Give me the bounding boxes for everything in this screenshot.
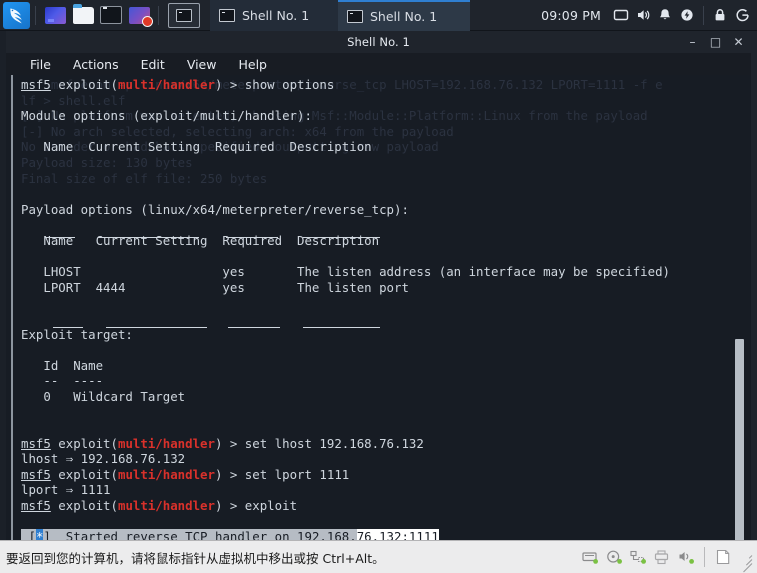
menu-view[interactable]: View	[176, 55, 228, 74]
volume-icon[interactable]	[632, 4, 654, 26]
window-titlebar[interactable]: Shell No. 1 – □ ✕	[6, 31, 751, 53]
taskbar-item-label: Shell No. 1	[242, 7, 310, 23]
terminal-window-icon	[219, 8, 235, 22]
window-controls: – □ ✕	[686, 31, 745, 53]
menu-edit[interactable]: Edit	[130, 55, 176, 74]
lock-icon[interactable]	[709, 4, 731, 26]
rule-desc-2	[303, 327, 380, 328]
rule-required-2	[228, 327, 280, 328]
vmware-device-icons	[579, 547, 757, 573]
rule-setting	[98, 237, 199, 238]
message-log-icon[interactable]	[712, 547, 734, 567]
vmware-status-bar: 要返回到您的计算机，请将鼠标指针从虚拟机中移出或按 Ctrl+Alt。	[0, 540, 757, 573]
minimize-button[interactable]: –	[686, 31, 699, 53]
menu-help[interactable]: Help	[227, 55, 278, 74]
taskbar-item-shell-1[interactable]: Shell No. 1	[210, 0, 338, 31]
window-preview-icon	[176, 8, 192, 22]
terminal-output-area[interactable]: msfvenom -p linux/x64/meterpreter/revers…	[6, 75, 751, 540]
launcher-screen-recorder[interactable]	[128, 4, 153, 27]
hard-disk-icon[interactable]	[579, 547, 601, 567]
power-icon[interactable]	[676, 4, 698, 26]
printer-icon[interactable]	[651, 547, 673, 567]
window-right-border	[751, 31, 757, 540]
cd-dvd-icon[interactable]	[603, 547, 625, 567]
panel-launcher-group	[0, 0, 204, 31]
record-icon	[128, 6, 153, 27]
tray-divider	[703, 5, 704, 25]
terminal-scrollbar[interactable]	[734, 75, 745, 563]
launcher-terminal[interactable]	[100, 4, 122, 26]
taskbar-item-shell-2-active[interactable]: Shell No. 1	[338, 0, 470, 31]
terminal-window-icon	[347, 9, 363, 23]
task-list: Shell No. 1 Shell No. 1	[210, 0, 470, 31]
top-panel: Shell No. 1 Shell No. 1 09:09 PM	[0, 0, 757, 31]
terminal-icon	[100, 6, 122, 24]
rule-required	[226, 237, 278, 238]
logout-icon[interactable]	[731, 4, 753, 26]
window-title: Shell No. 1	[347, 35, 410, 49]
menu-file[interactable]: File	[19, 55, 62, 74]
terminal-window: Shell No. 1 – □ ✕ File Actions Edit View…	[6, 31, 751, 563]
rule-name-2	[53, 327, 83, 328]
kali-dragon-glyph	[10, 8, 22, 23]
status-divider	[704, 547, 705, 567]
panel-tray-group: 09:09 PM	[541, 0, 757, 31]
taskbar-item-label: Shell No. 1	[370, 8, 438, 24]
sound-card-icon[interactable]	[675, 547, 697, 567]
panel-divider-1	[35, 5, 36, 25]
close-button[interactable]: ✕	[732, 31, 745, 53]
rule-name	[45, 237, 75, 238]
scrollbar-thumb[interactable]	[735, 339, 744, 563]
launcher-browser[interactable]	[44, 4, 66, 26]
panel-divider-2	[158, 5, 159, 25]
terminal-table-rules	[13, 75, 741, 540]
terminal-frame: msfvenom -p linux/x64/meterpreter/revers…	[11, 75, 739, 540]
rule-desc	[303, 237, 380, 238]
notifications-bell-icon[interactable]	[654, 4, 676, 26]
kali-dragon-logo[interactable]	[3, 1, 30, 29]
browser-icon	[44, 6, 66, 24]
menu-actions[interactable]: Actions	[62, 55, 130, 74]
display-icon[interactable]	[610, 4, 632, 26]
maximize-button[interactable]: □	[709, 31, 722, 53]
rule-setting-2	[106, 327, 207, 328]
clock[interactable]: 09:09 PM	[541, 8, 601, 23]
launcher-file-manager[interactable]	[72, 3, 94, 26]
menu-bar: File Actions Edit View Help	[6, 53, 751, 75]
folder-icon	[72, 3, 94, 24]
vmware-status-message: 要返回到您的计算机，请将鼠标指针从虚拟机中移出或按 Ctrl+Alt。	[6, 550, 385, 566]
show-desktop-button[interactable]	[168, 2, 200, 28]
resize-grip[interactable]	[739, 547, 753, 573]
network-adapter-icon[interactable]	[627, 547, 649, 567]
